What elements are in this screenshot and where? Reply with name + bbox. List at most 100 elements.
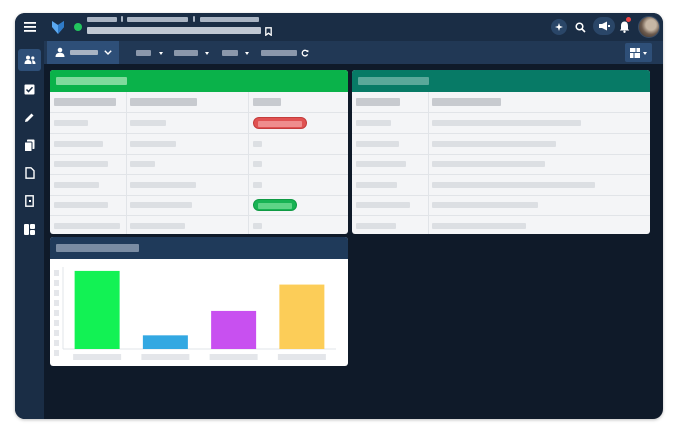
filter-dropdown[interactable]: [220, 41, 254, 64]
megaphone-icon[interactable]: [593, 17, 615, 35]
table-cell: [253, 182, 262, 188]
y-tick-label: [54, 320, 59, 326]
widgets-icon: [24, 223, 35, 235]
column-header[interactable]: [356, 98, 400, 106]
y-tick-label: [54, 330, 59, 336]
table-row[interactable]: [50, 175, 348, 196]
table-cell: [432, 161, 545, 167]
panel-title: [56, 244, 139, 252]
table-cell: [130, 202, 192, 208]
table-row[interactable]: [352, 216, 650, 234]
status-indicator: [74, 23, 82, 31]
sidebar-item-file[interactable]: [18, 162, 41, 184]
column-header[interactable]: [253, 98, 281, 106]
chart-bar: [279, 284, 325, 349]
table-row[interactable]: [352, 113, 650, 134]
table-header-row: [50, 92, 348, 113]
table-header-row: [352, 92, 650, 113]
table: [352, 92, 650, 234]
table-cell: [432, 202, 538, 208]
sidebar-item-tasks[interactable]: [18, 78, 41, 100]
status-badge: [253, 117, 307, 129]
search-icon[interactable]: [572, 19, 588, 35]
hamburger-menu-icon[interactable]: [23, 20, 37, 34]
table-cell: [356, 182, 397, 188]
table-cell: [432, 223, 526, 229]
notification-badge: [626, 17, 631, 22]
y-tick-label: [54, 310, 59, 316]
table-cell: [253, 161, 262, 167]
sidebar-item-exit[interactable]: [18, 190, 41, 212]
file-icon: [24, 167, 35, 179]
checkbox-icon: [24, 84, 35, 94]
table-cell: [356, 223, 396, 229]
table-cell: [432, 182, 595, 188]
logo-icon[interactable]: [50, 18, 66, 36]
exit-icon: [25, 195, 34, 207]
caret-down-icon: [642, 51, 648, 56]
user-selector[interactable]: [47, 41, 119, 64]
refresh-label: [261, 50, 297, 56]
documents-icon: [24, 139, 35, 152]
caret-down-icon: [204, 50, 210, 56]
table: [50, 92, 348, 234]
y-tick-label: [54, 300, 59, 306]
column-header[interactable]: [130, 98, 197, 106]
status-badge-label: [258, 203, 292, 209]
top-bar: [15, 13, 663, 41]
sidebar-item-edit[interactable]: [18, 106, 41, 128]
avatar[interactable]: [638, 16, 660, 38]
bookmark-icon[interactable]: [263, 26, 273, 36]
filter-label: [222, 50, 238, 56]
y-tick-label: [54, 350, 59, 356]
table-cell: [54, 202, 108, 208]
caret-down-icon: [158, 50, 164, 56]
sidebar-item-users[interactable]: [18, 49, 41, 71]
x-tick-label: [277, 354, 326, 360]
table-cell: [54, 182, 99, 188]
column-header[interactable]: [54, 98, 116, 106]
breadcrumb-item[interactable]: [200, 17, 259, 22]
breadcrumb-item[interactable]: [87, 17, 117, 22]
breadcrumb-item[interactable]: [127, 17, 188, 22]
table-cell: [54, 120, 88, 126]
table-row[interactable]: [352, 175, 650, 196]
table-cell: [54, 141, 103, 147]
table-cell: [130, 182, 196, 188]
column-header[interactable]: [432, 98, 501, 106]
pencil-icon: [25, 113, 34, 122]
refresh-icon: [300, 48, 309, 57]
panel-header: [50, 70, 348, 92]
sidebar: [15, 41, 44, 419]
table-cell: [356, 120, 391, 126]
table-row[interactable]: [352, 134, 650, 155]
y-tick-label: [54, 280, 59, 286]
panel-header: [352, 70, 650, 92]
table-row[interactable]: [352, 195, 650, 216]
sidebar-item-documents[interactable]: [18, 134, 41, 156]
table-cell: [253, 223, 262, 229]
table-row[interactable]: [50, 216, 348, 234]
x-tick-label: [209, 354, 258, 360]
table-row[interactable]: [50, 113, 348, 134]
y-tick-label: [54, 290, 59, 296]
table-cell: [130, 223, 185, 229]
table-cell: [356, 161, 406, 167]
table-row[interactable]: [352, 154, 650, 175]
sidebar-item-widgets[interactable]: [18, 218, 41, 240]
x-tick-label: [141, 354, 190, 360]
filter-label: [136, 50, 151, 56]
table-row[interactable]: [50, 195, 348, 216]
table-row[interactable]: [50, 154, 348, 175]
panel-header: [50, 237, 348, 259]
table-cell: [54, 161, 108, 167]
app-window: [15, 13, 663, 419]
refresh-control[interactable]: [259, 41, 311, 64]
table-cell: [130, 120, 166, 126]
table-row[interactable]: [50, 134, 348, 155]
assistant-icon[interactable]: [551, 19, 567, 35]
filter-dropdown[interactable]: [134, 41, 168, 64]
y-tick-label: [54, 270, 59, 276]
filter-dropdown[interactable]: [172, 41, 214, 64]
layout-button[interactable]: [625, 43, 652, 62]
